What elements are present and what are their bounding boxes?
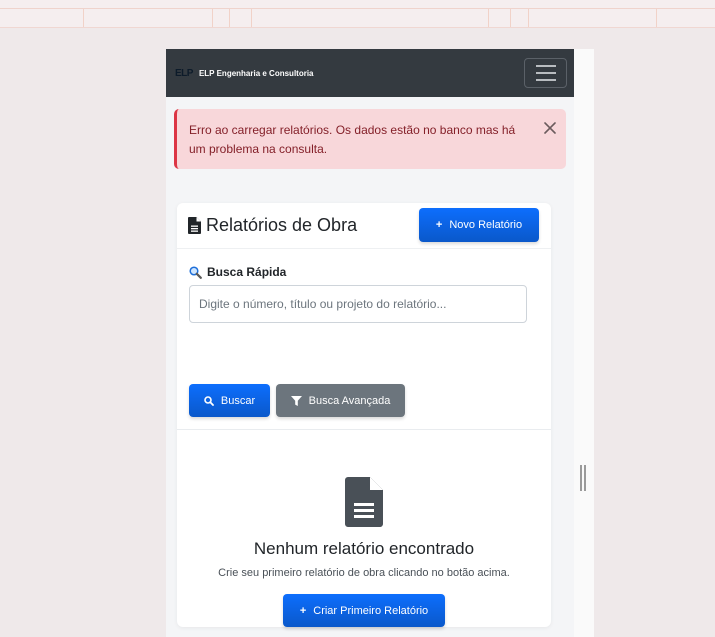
menu-toggle-button[interactable] <box>524 58 567 88</box>
page-title: Relatórios de Obra <box>206 215 358 235</box>
brand[interactable]: ELP ELP Engenharia e Consultoria <box>175 68 314 79</box>
alert-message: Erro ao carregar relatórios. Os dados es… <box>189 123 516 156</box>
plus-icon: + <box>435 219 443 231</box>
search-input[interactable] <box>189 285 527 323</box>
advanced-search-button[interactable]: Busca Avançada <box>276 384 405 417</box>
browser-ruler <box>0 0 715 28</box>
plus-icon: + <box>299 604 307 617</box>
close-icon[interactable] <box>543 121 557 135</box>
search-icon <box>204 395 214 406</box>
error-alert: Erro ao carregar relatórios. Os dados es… <box>174 109 566 169</box>
file-icon <box>345 477 383 527</box>
divider <box>177 429 551 430</box>
reports-card: Relatórios de Obra + Novo Relatório Busc… <box>177 203 551 627</box>
menu-icon <box>535 65 556 67</box>
search-button[interactable]: Buscar <box>189 384 270 417</box>
file-icon <box>188 217 201 234</box>
quick-search-label: Busca Rápida <box>189 265 286 279</box>
brand-logo: ELP <box>175 67 193 79</box>
navbar: ELP ELP Engenharia e Consultoria <box>166 49 574 97</box>
new-report-button[interactable]: + Novo Relatório <box>419 208 539 242</box>
create-first-report-button[interactable]: + Criar Primeiro Relatório <box>283 594 445 627</box>
empty-state-title: Nenhum relatório encontrado <box>253 539 475 558</box>
card-header: Relatórios de Obra + Novo Relatório <box>177 203 551 249</box>
viewport-edge <box>574 49 594 637</box>
magnifier-icon <box>189 265 202 279</box>
empty-state-text: Crie seu primeiro relatório de obra clic… <box>218 567 510 579</box>
brand-name: ELP Engenharia e Consultoria <box>198 68 314 78</box>
filter-icon <box>290 395 302 406</box>
resize-handle[interactable] <box>580 465 586 491</box>
mobile-viewport: ELP ELP Engenharia e Consultoria Erro ao… <box>166 49 594 637</box>
